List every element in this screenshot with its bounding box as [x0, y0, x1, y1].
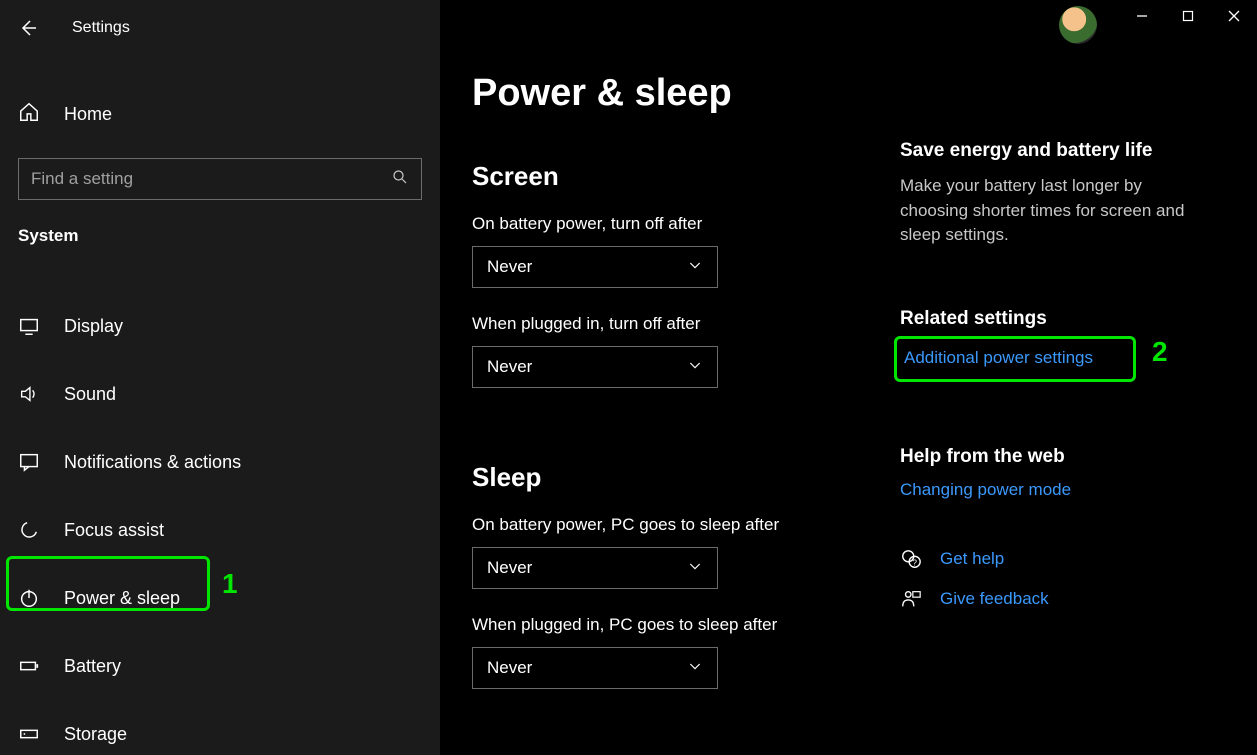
give-feedback-row[interactable]: Give feedback — [900, 588, 1210, 610]
sleep-plugged-label: When plugged in, PC goes to sleep after — [472, 615, 900, 635]
sidebar-item-label: Sound — [64, 384, 116, 405]
sidebar-item-notifications[interactable]: Notifications & actions — [0, 428, 440, 496]
sound-icon — [18, 383, 40, 405]
sidebar-nav: Display Sound Notifications & actions Fo… — [0, 292, 440, 755]
get-help-icon: ? — [900, 548, 922, 570]
sidebar-item-label: Focus assist — [64, 520, 164, 541]
sidebar-category: System — [18, 226, 440, 246]
window-controls — [1119, 0, 1257, 32]
close-button[interactable] — [1211, 0, 1257, 32]
sidebar-item-sound[interactable]: Sound — [0, 360, 440, 428]
screen-battery-dropdown[interactable]: Never — [472, 246, 718, 288]
aside-related-heading: Related settings — [900, 308, 1210, 330]
chevron-down-icon — [687, 558, 703, 579]
give-feedback-link[interactable]: Give feedback — [940, 589, 1049, 609]
screen-plugged-dropdown[interactable]: Never — [472, 346, 718, 388]
aside-energy-text: Make your battery last longer by choosin… — [900, 174, 1210, 248]
aside-energy-heading: Save energy and battery life — [900, 140, 1210, 162]
main-panel: Power & sleep Screen On battery power, t… — [440, 0, 1257, 755]
sidebar-item-label: Notifications & actions — [64, 452, 241, 473]
sidebar-item-battery[interactable]: Battery — [0, 632, 440, 700]
maximize-button[interactable] — [1165, 0, 1211, 32]
screen-battery-label: On battery power, turn off after — [472, 214, 900, 234]
svg-text:?: ? — [912, 558, 917, 567]
home-icon — [18, 101, 40, 128]
sleep-plugged-dropdown[interactable]: Never — [472, 647, 718, 689]
sidebar-item-storage[interactable]: Storage — [0, 700, 440, 755]
notifications-icon — [18, 451, 40, 473]
back-icon[interactable] — [18, 18, 38, 38]
dropdown-value: Never — [487, 257, 532, 277]
page-title: Power & sleep — [472, 72, 900, 115]
battery-icon — [18, 655, 40, 677]
annotation-number-2: 2 — [1152, 336, 1168, 368]
sidebar-item-focus-assist[interactable]: Focus assist — [0, 496, 440, 564]
section-heading-screen: Screen — [472, 161, 900, 192]
dropdown-value: Never — [487, 558, 532, 578]
chevron-down-icon — [687, 658, 703, 679]
search-input-container[interactable] — [18, 158, 422, 200]
get-help-link[interactable]: Get help — [940, 549, 1004, 569]
sidebar-item-label: Power & sleep — [64, 588, 180, 609]
sidebar-home[interactable]: Home — [0, 92, 440, 136]
sidebar-item-display[interactable]: Display — [0, 292, 440, 360]
focus-assist-icon — [18, 519, 40, 541]
search-input[interactable] — [31, 169, 391, 189]
section-heading-sleep: Sleep — [472, 462, 900, 493]
sleep-battery-label: On battery power, PC goes to sleep after — [472, 515, 900, 535]
screen-plugged-label: When plugged in, turn off after — [472, 314, 900, 334]
additional-power-settings-link[interactable]: Additional power settings — [900, 342, 1097, 374]
display-icon — [18, 315, 40, 337]
content-column: Power & sleep Screen On battery power, t… — [440, 0, 900, 755]
aside-column: Save energy and battery life Make your b… — [900, 0, 1250, 755]
sleep-battery-dropdown[interactable]: Never — [472, 547, 718, 589]
dropdown-value: Never — [487, 658, 532, 678]
aside-help-heading: Help from the web — [900, 446, 1210, 468]
get-help-row[interactable]: ? Get help — [900, 548, 1210, 570]
window-title: Settings — [72, 19, 130, 37]
search-icon — [391, 168, 409, 191]
sidebar-home-label: Home — [64, 104, 112, 125]
user-avatar[interactable] — [1059, 6, 1097, 44]
feedback-icon — [900, 588, 922, 610]
minimize-button[interactable] — [1119, 0, 1165, 32]
chevron-down-icon — [687, 357, 703, 378]
sidebar-item-power-sleep[interactable]: Power & sleep — [0, 564, 440, 632]
changing-power-mode-link[interactable]: Changing power mode — [900, 480, 1071, 500]
sidebar: Settings Home System Display Sound — [0, 0, 440, 755]
chevron-down-icon — [687, 257, 703, 278]
storage-icon — [18, 723, 40, 745]
sidebar-item-label: Display — [64, 316, 123, 337]
dropdown-value: Never — [487, 357, 532, 377]
sidebar-item-label: Battery — [64, 656, 121, 677]
power-icon — [18, 587, 40, 609]
sidebar-item-label: Storage — [64, 724, 127, 745]
